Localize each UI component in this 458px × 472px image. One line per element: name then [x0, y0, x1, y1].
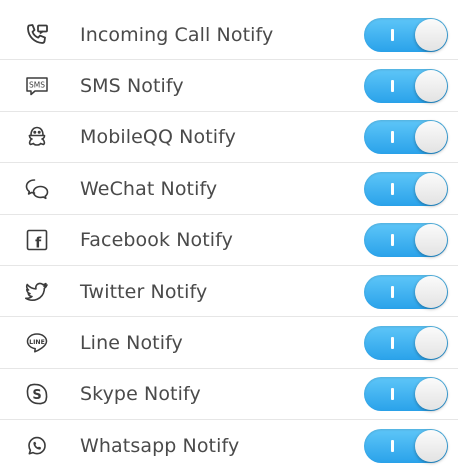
twitter-notify-label: Twitter Notify: [80, 280, 208, 303]
facebook-notify-label: Facebook Notify: [80, 229, 233, 252]
skype-icon: S: [23, 380, 51, 408]
wechat-icon: [23, 175, 51, 203]
sms-notify-toggle[interactable]: [364, 69, 448, 104]
toggle-on-indicator: [391, 131, 394, 144]
whatsapp-notify-label: Whatsapp Notify: [80, 434, 240, 457]
facebook-notify-row: f Facebook Notify: [0, 215, 458, 266]
toggle-knob[interactable]: [415, 121, 447, 154]
wechat-notify-toggle[interactable]: [364, 171, 448, 206]
toggle-on-indicator: [391, 285, 394, 298]
incoming-call-notify-toggle[interactable]: [364, 17, 448, 52]
toggle-on-indicator: [391, 28, 394, 41]
line-icon: LINE: [23, 329, 51, 357]
toggle-on-indicator: [391, 182, 394, 195]
toggle-knob[interactable]: [415, 275, 447, 308]
toggle-knob[interactable]: [415, 172, 447, 205]
wechat-notify-label: WeChat Notify: [80, 177, 218, 200]
line-notify-row: LINE Line Notify: [0, 317, 458, 369]
facebook-notify-toggle[interactable]: [364, 223, 448, 258]
mobileqq-notify-toggle[interactable]: [364, 120, 448, 155]
wechat-notify-row: WeChat Notify: [0, 163, 458, 215]
toggle-knob[interactable]: [415, 378, 447, 411]
svg-text:S: S: [32, 388, 41, 403]
skype-notify-label: Skype Notify: [80, 383, 201, 406]
toggle-knob[interactable]: [415, 70, 447, 103]
sms-icon: SMS: [23, 72, 51, 100]
line-notify-label: Line Notify: [80, 332, 183, 355]
toggle-knob[interactable]: [415, 18, 447, 51]
whatsapp-notify-row: Whatsapp Notify: [0, 420, 458, 471]
twitter-bird-icon: [23, 278, 51, 306]
incoming-call-notify-label: Incoming Call Notify: [80, 23, 274, 46]
mobileqq-notify-row: MobileQQ Notify: [0, 112, 458, 164]
whatsapp-notify-toggle[interactable]: [364, 428, 448, 463]
mobileqq-notify-label: MobileQQ Notify: [80, 126, 236, 149]
skype-notify-toggle[interactable]: [364, 377, 448, 412]
toggle-on-indicator: [391, 337, 394, 350]
skype-notify-row: S Skype Notify: [0, 369, 458, 421]
sms-notify-row: SMS SMS Notify: [0, 60, 458, 112]
facebook-icon: f: [23, 226, 51, 254]
toggle-knob[interactable]: [415, 429, 447, 462]
line-notify-toggle[interactable]: [364, 326, 448, 361]
whatsapp-icon: [23, 432, 51, 460]
svg-text:SMS: SMS: [29, 80, 45, 89]
notification-settings-list: Incoming Call Notify SMS SMS Notify Mobi…: [0, 0, 458, 466]
toggle-on-indicator: [391, 234, 394, 247]
phone-call-icon: [23, 21, 51, 49]
svg-text:LINE: LINE: [29, 339, 45, 346]
toggle-on-indicator: [391, 439, 394, 452]
toggle-on-indicator: [391, 388, 394, 401]
toggle-knob[interactable]: [415, 327, 447, 360]
twitter-notify-row: Twitter Notify: [0, 266, 458, 318]
qq-penguin-icon: [23, 123, 51, 151]
svg-text:f: f: [35, 236, 42, 252]
sms-notify-label: SMS Notify: [80, 75, 184, 98]
twitter-notify-toggle[interactable]: [364, 274, 448, 309]
toggle-on-indicator: [391, 80, 394, 93]
toggle-knob[interactable]: [415, 224, 447, 257]
incoming-call-notify-row: Incoming Call Notify: [0, 9, 458, 61]
